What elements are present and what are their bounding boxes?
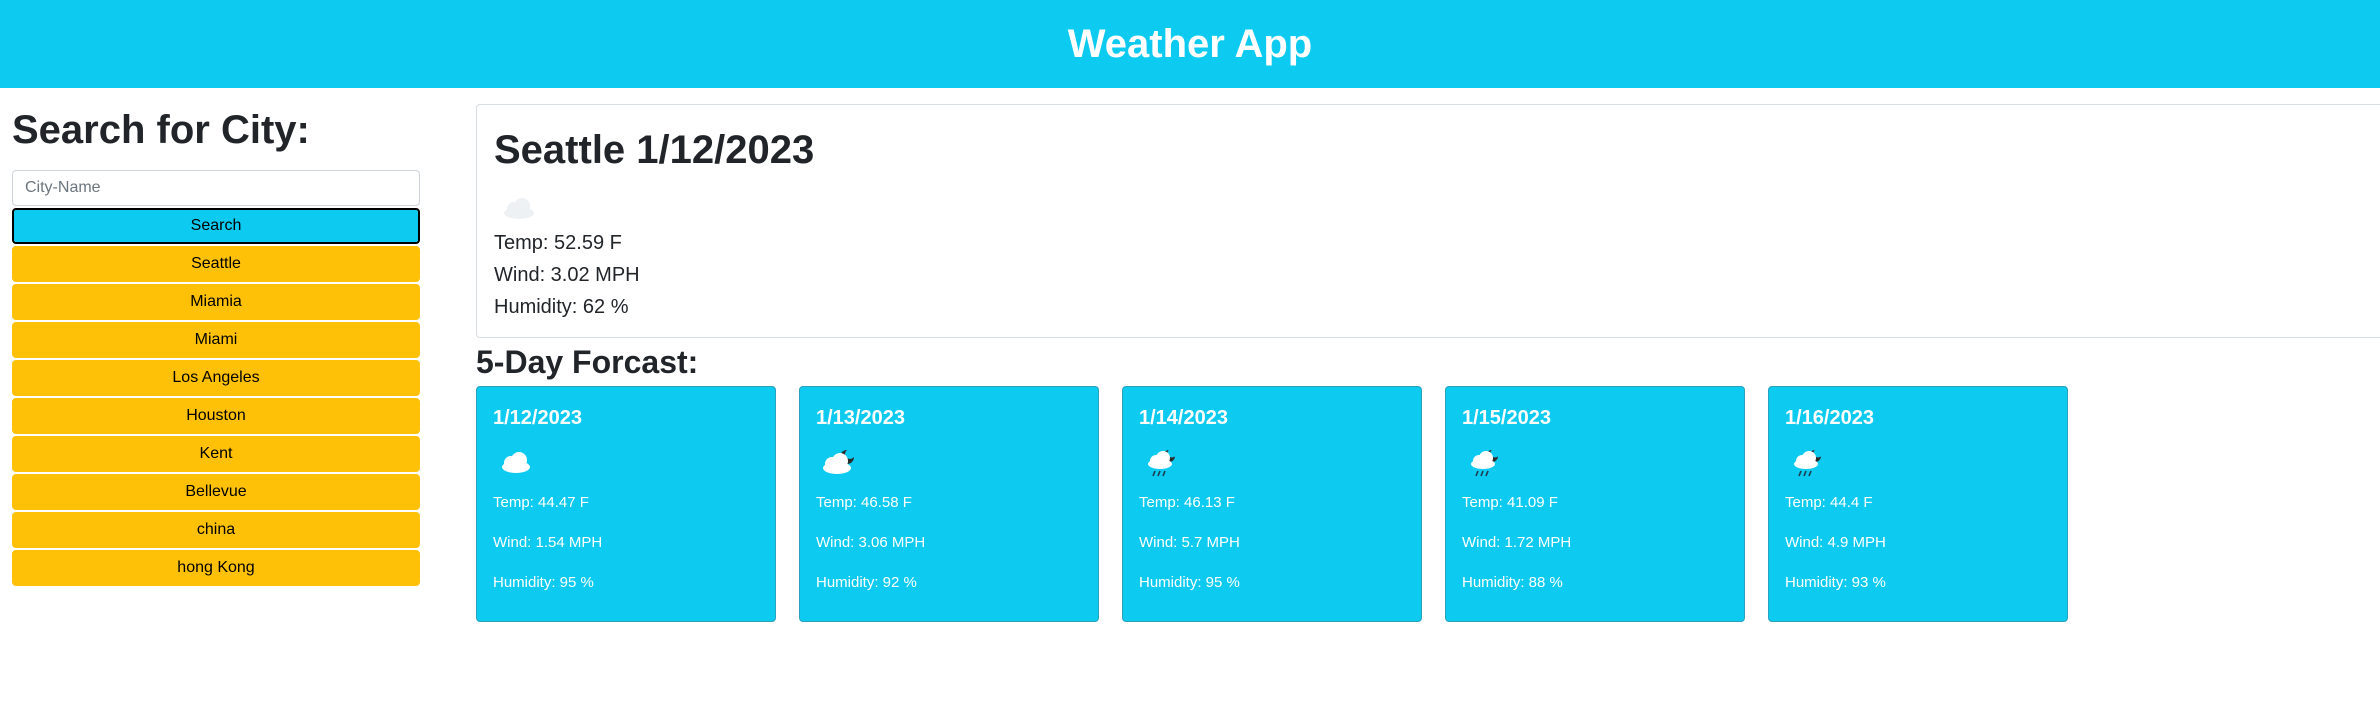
- forecast-temp: Temp: 46.13 F: [1139, 494, 1235, 511]
- forecast-temp: Temp: 44.4 F: [1785, 494, 1873, 511]
- rain-cloud-icon: [1148, 448, 1177, 477]
- city-name-input[interactable]: [12, 170, 420, 206]
- forecast-wind: Wind: 4.9 MPH: [1785, 534, 1886, 551]
- forecast-card: 1/12/2023 Temp: 44.47 F Wind: 1.54 MPH H…: [476, 386, 776, 622]
- forecast-wind: Wind: 1.54 MPH: [493, 534, 603, 551]
- current-wind: Wind: 3.02 MPH: [494, 264, 640, 286]
- cloud-icon: [504, 198, 534, 219]
- forecast-date: 1/14/2023: [1139, 407, 1228, 429]
- forecast-wind: Wind: 1.72 MPH: [1462, 534, 1572, 551]
- current-humidity: Humidity: 62 %: [494, 296, 629, 318]
- forecast-wind: Wind: 5.7 MPH: [1139, 534, 1240, 551]
- history-city-button[interactable]: Bellevue: [12, 474, 420, 510]
- forecast-card: 1/14/2023 Temp: 46.13 F Wind: 5.7 MPH Hu…: [1122, 386, 1422, 622]
- app-title: Weather App: [1067, 21, 1313, 66]
- forecast-humidity: Humidity: 88 %: [1462, 574, 1563, 591]
- current-weather-panel: Seattle 1/12/2023 Temp: 52.59 F Wind: 3.…: [476, 104, 2380, 338]
- forecast-temp: Temp: 41.09 F: [1462, 494, 1558, 511]
- cloud-icon: [502, 452, 530, 473]
- search-sidebar: Search for City: Search Seattle Miamia M…: [12, 104, 420, 586]
- forecast-humidity: Humidity: 93 %: [1785, 574, 1886, 591]
- forecast-temp: Temp: 46.58 F: [816, 494, 912, 511]
- history-city-button[interactable]: Seattle: [12, 246, 420, 282]
- forecast-card: 1/13/2023 Temp: 46.58 F Wind: 3.06 MPH H…: [799, 386, 1099, 622]
- cloud-moon-icon: [823, 449, 855, 474]
- forecast-heading: 5-Day Forcast:: [476, 344, 699, 380]
- rain-cloud-icon: [1471, 448, 1500, 477]
- forecast-humidity: Humidity: 92 %: [816, 574, 917, 591]
- history-city-button[interactable]: hong Kong: [12, 550, 420, 586]
- forecast-temp: Temp: 44.47 F: [493, 494, 589, 511]
- forecast-date: 1/16/2023: [1785, 407, 1874, 429]
- history-city-button[interactable]: Los Angeles: [12, 360, 420, 396]
- forecast-card: 1/16/2023 Temp: 44.4 F Wind: 4.9 MPH Hum…: [1768, 386, 2068, 622]
- rain-cloud-icon: [1794, 448, 1823, 477]
- forecast-date: 1/12/2023: [493, 407, 582, 429]
- history-city-button[interactable]: Houston: [12, 398, 420, 434]
- history-city-button[interactable]: Miamia: [12, 284, 420, 320]
- forecast-humidity: Humidity: 95 %: [493, 574, 594, 591]
- app-header: Weather App: [0, 0, 2380, 88]
- forecast-wind: Wind: 3.06 MPH: [816, 534, 926, 551]
- current-city-date: Seattle 1/12/2023: [494, 128, 815, 172]
- history-city-button[interactable]: china: [12, 512, 420, 548]
- forecast-date: 1/15/2023: [1462, 407, 1551, 429]
- current-temp: Temp: 52.59 F: [494, 232, 622, 254]
- search-button[interactable]: Search: [12, 208, 420, 244]
- forecast-card: 1/15/2023 Temp: 41.09 F Wind: 1.72 MPH H…: [1445, 386, 1745, 622]
- forecast-humidity: Humidity: 95 %: [1139, 574, 1240, 591]
- search-heading: Search for City:: [12, 108, 310, 152]
- forecast-date: 1/13/2023: [816, 407, 905, 429]
- history-city-button[interactable]: Kent: [12, 436, 420, 472]
- history-city-button[interactable]: Miami: [12, 322, 420, 358]
